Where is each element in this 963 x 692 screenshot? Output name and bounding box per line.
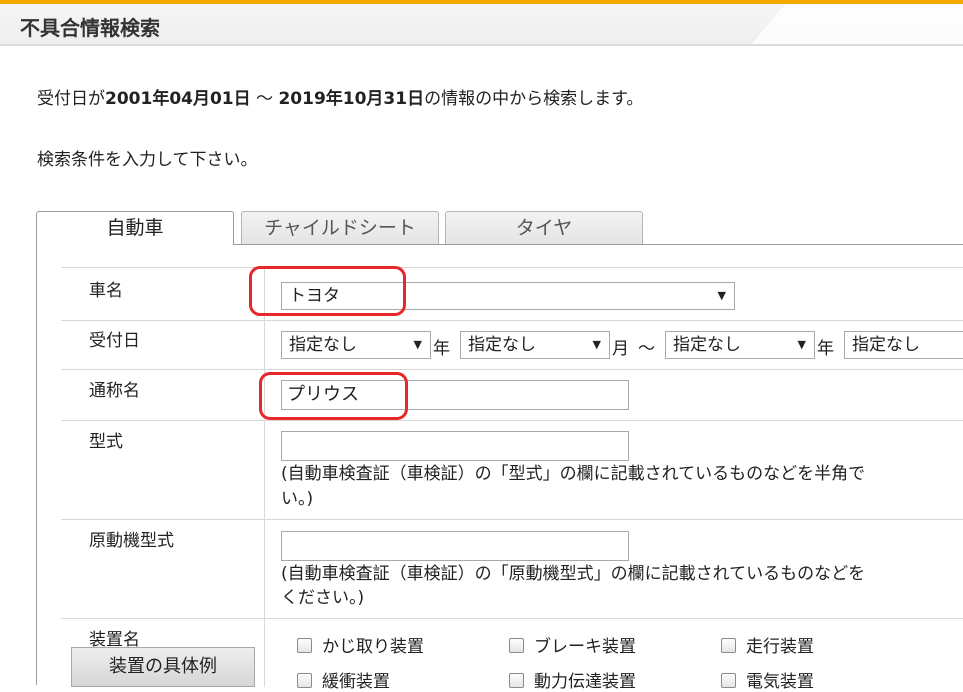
info-end-date: 2019年10月31日 [278, 89, 425, 109]
year-unit: 年 [433, 339, 450, 359]
date-from-month-select[interactable]: 指定なし ▼ [460, 331, 610, 359]
header-decoration [726, 4, 963, 44]
model-input[interactable] [281, 431, 629, 461]
engine-model-input[interactable] [281, 531, 629, 561]
date-to-year-select[interactable]: 指定なし ▼ [665, 331, 815, 359]
tab-child-seat[interactable]: チャイルドシート [241, 211, 439, 245]
checkbox-label: ブレーキ装置 [534, 637, 636, 657]
checkbox-electrical[interactable]: 電気装置 [721, 667, 814, 692]
row-divider [61, 267, 963, 268]
date-range-tilde: ～ [638, 339, 655, 359]
info-start-date: 2001年04月01日 [105, 89, 251, 109]
date-to-year-value: 指定なし [673, 335, 741, 355]
checkbox-label: かじ取り装置 [322, 637, 424, 657]
common-name-label: 通称名 [89, 381, 140, 401]
highlight-ring-car-name [249, 266, 406, 316]
checkbox-box[interactable] [297, 673, 312, 688]
row-divider [61, 369, 963, 370]
checkbox-running-gear[interactable]: 走行装置 [721, 632, 814, 657]
dropdown-arrow-icon: ▼ [413, 338, 422, 351]
tab-car[interactable]: 自動車 [36, 211, 234, 245]
page-header: 不具合情報検索 [0, 4, 963, 46]
checkbox-box[interactable] [509, 673, 524, 688]
dropdown-arrow-icon: ▼ [797, 338, 806, 351]
info-prefix: 受付日が [37, 89, 105, 109]
page-title: 不具合情報検索 [20, 16, 160, 40]
dropdown-arrow-icon: ▼ [717, 289, 726, 302]
checkbox-box[interactable] [509, 638, 524, 653]
month-unit: 月 [612, 339, 629, 359]
device-examples-button[interactable]: 装置の具体例 [71, 647, 255, 687]
engine-model-label: 原動機型式 [89, 531, 174, 551]
model-hint-line2: い。) [281, 489, 314, 509]
checkbox-label: 動力伝達装置 [534, 672, 636, 692]
column-divider [264, 267, 265, 687]
model-hint-line1: (自動車検査証（車検証）の「型式」の欄に記載されているものなどを半角で [281, 464, 866, 484]
dropdown-arrow-icon: ▼ [592, 338, 601, 351]
checkbox-label: 電気装置 [746, 672, 814, 692]
date-to-month-select[interactable]: 指定なし [844, 331, 963, 359]
checkbox-suspension[interactable]: 緩衝装置 [297, 667, 390, 692]
row-divider [61, 519, 963, 520]
date-from-year-select[interactable]: 指定なし ▼ [281, 331, 431, 359]
car-name-label: 車名 [89, 281, 123, 301]
checkbox-label: 走行装置 [746, 637, 814, 657]
model-label: 型式 [89, 432, 123, 452]
checkbox-box[interactable] [297, 638, 312, 653]
info-tilde: ～ [250, 89, 279, 109]
checkbox-box[interactable] [721, 638, 736, 653]
engine-model-hint-line1: (自動車検査証（車検証）の「原動機型式」の欄に記載されているものなどを [281, 564, 866, 584]
year-unit: 年 [817, 339, 834, 359]
highlight-ring-common-name [259, 372, 408, 420]
date-range-info: 受付日が2001年04月01日 ～ 2019年10月31日の情報の中から検索しま… [37, 84, 643, 109]
checkbox-powertrain[interactable]: 動力伝達装置 [509, 667, 636, 692]
tab-tire[interactable]: タイヤ [445, 211, 643, 245]
date-to-month-value: 指定なし [852, 335, 920, 355]
date-from-month-value: 指定なし [468, 335, 536, 355]
row-divider [61, 320, 963, 321]
search-form-panel: 車名 トヨタ ▼ 受付日 指定なし ▼ 年 指定なし ▼ 月 ～ 指定なし ▼ … [36, 244, 963, 692]
checkbox-label: 緩衝装置 [322, 672, 390, 692]
checkbox-box[interactable] [721, 673, 736, 688]
info-suffix: の情報の中から検索します。 [424, 89, 644, 109]
date-label: 受付日 [89, 331, 140, 351]
instruction-text: 検索条件を入力して下さい。 [37, 150, 258, 170]
checkbox-steering[interactable]: かじ取り装置 [297, 632, 424, 657]
date-from-year-value: 指定なし [289, 335, 357, 355]
row-divider [61, 420, 963, 421]
row-divider [61, 618, 963, 619]
checkbox-brake[interactable]: ブレーキ装置 [509, 632, 636, 657]
engine-model-hint-line2: ください。) [281, 588, 365, 608]
